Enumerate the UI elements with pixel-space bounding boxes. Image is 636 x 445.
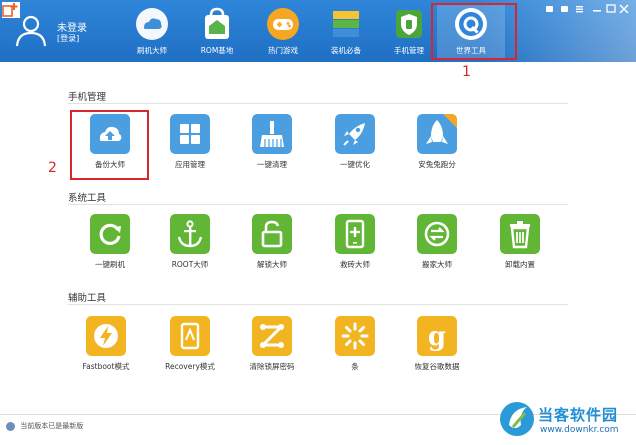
nav-label: 装机必备 (331, 46, 361, 55)
tool-one-click-flash[interactable]: 一键刷机 (72, 214, 148, 276)
tool-label: 一键清理 (257, 160, 287, 169)
broom-icon (252, 114, 292, 154)
watermark-name: 当客软件园 (538, 406, 619, 424)
anchor-icon (170, 214, 210, 254)
tool-label: 应用管理 (175, 160, 205, 169)
tool-label: 救砖大师 (340, 260, 370, 269)
tool-label: 解锁大师 (257, 260, 287, 269)
skin-icon (546, 6, 553, 12)
cloud-icon (136, 8, 168, 40)
grid-apps-icon (170, 114, 210, 154)
tool-unlock-master[interactable]: 解锁大师 (234, 214, 310, 276)
tool-one-click-clean[interactable]: 一键清理 (234, 114, 310, 176)
stacked-boxes-icon (333, 11, 359, 37)
nav-essentials[interactable]: 装机必备 (312, 4, 380, 60)
tool-brick-rescue[interactable]: 救砖大师 (317, 214, 393, 276)
cloud-upload-icon (90, 114, 130, 154)
minimize-icon (593, 10, 601, 12)
tool-label: 搬家大师 (422, 260, 452, 269)
tool-label: 恢复谷歌数据 (414, 362, 460, 371)
tool-label: 卸载内置 (505, 260, 535, 269)
tool-restore-google-data[interactable]: g 恢复谷歌数据 (399, 316, 475, 378)
phone-plus-icon (335, 214, 375, 254)
tool-data-transfer[interactable]: 搬家大师 (399, 214, 475, 276)
maximize-icon (606, 4, 616, 13)
nav-label: 刷机大师 (137, 46, 167, 55)
refresh-icon (90, 214, 130, 254)
tool-label: 一键刷机 (95, 260, 125, 269)
tool-label: 一键优化 (340, 160, 370, 169)
tool-label: Fastboot模式 (82, 362, 130, 371)
status-text: 当前版本已是最新版 (20, 422, 84, 430)
user-name: 未登录 (57, 23, 87, 34)
tool-label: ROOT大师 (171, 260, 209, 269)
tablet-icon (170, 316, 210, 356)
tool-recovery-mode[interactable]: Recovery模式 (152, 316, 228, 378)
window-controls (546, 4, 629, 14)
tool-clear-lock-password[interactable]: 清除锁屏密码 (234, 316, 310, 378)
nav-label: 热门游戏 (268, 46, 298, 55)
divider (68, 103, 568, 104)
info-icon (6, 421, 15, 431)
trash-icon (500, 214, 540, 254)
gamepad-icon (267, 8, 299, 40)
tool-label: 备份大师 (95, 160, 125, 169)
avatar[interactable] (12, 11, 50, 49)
tool-root-master[interactable]: ROOT大师 (152, 214, 228, 276)
annotation-number-1: 1 (462, 64, 471, 80)
nav-rom-base[interactable]: ROM基地 (183, 4, 251, 60)
shield-icon (396, 10, 422, 38)
feedback-icon (561, 6, 568, 12)
close-icon (619, 4, 629, 14)
google-g-icon: g (417, 316, 457, 356)
status-bar: 当前版本已是最新版 (6, 421, 83, 431)
transfer-icon (417, 214, 457, 254)
lightning-icon (86, 316, 126, 356)
section-title-auxiliary-tools: 辅助工具 (68, 293, 107, 304)
tool-label: 安兔兔跑分 (418, 160, 456, 169)
pattern-lock-icon (252, 316, 292, 356)
tool-app-manager[interactable]: 应用管理 (152, 114, 228, 176)
unlock-icon (252, 214, 292, 254)
nav-hot-games[interactable]: 热门游戏 (249, 4, 317, 60)
rocket-icon (335, 114, 375, 154)
tool-backup-master[interactable]: 备份大师 (72, 114, 148, 176)
menu-icon (576, 6, 583, 8)
tool-antutu-benchmark[interactable]: 安兔兔跑分 (399, 114, 475, 176)
loading-spinner-icon (335, 316, 375, 356)
tool-uninstall-builtin[interactable]: 卸载内置 (482, 214, 558, 276)
tool-label: 条 (351, 362, 359, 371)
watermark-url: www.downkr.com (540, 425, 619, 435)
tool-fastboot-mode[interactable]: Fastboot模式 (68, 316, 144, 378)
annotation-number-2: 2 (48, 160, 57, 176)
tool-label: 清除锁屏密码 (249, 362, 295, 371)
section-title-phone-manager: 手机管理 (68, 92, 107, 103)
shopping-bag-icon (205, 7, 229, 39)
highlight-box-nav (431, 3, 517, 60)
divider (68, 204, 568, 205)
nav-label: ROM基地 (200, 46, 234, 55)
tool-label: Recovery模式 (165, 362, 215, 371)
antutu-rocket-icon (417, 114, 457, 154)
tool-loading[interactable]: 条 (317, 316, 393, 378)
section-title-system-tools: 系统工具 (68, 193, 107, 204)
tool-one-click-optimize[interactable]: 一键优化 (317, 114, 393, 176)
nav-flash-master[interactable]: 刷机大师 (118, 4, 186, 60)
svg-text:g: g (428, 322, 446, 352)
login-link[interactable]: [登录] (57, 33, 79, 44)
divider (68, 304, 568, 305)
